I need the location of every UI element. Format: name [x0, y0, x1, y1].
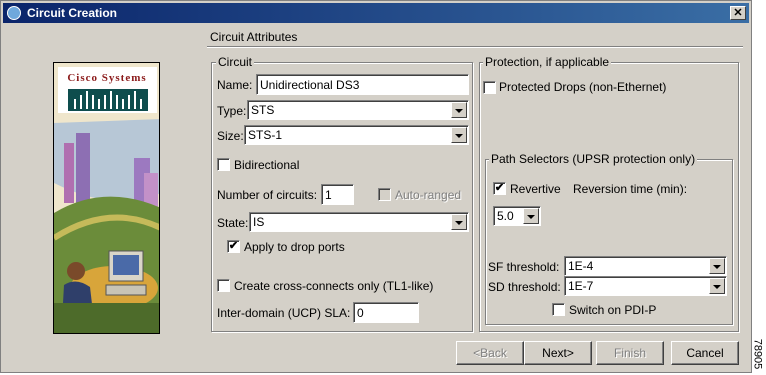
revertive-checkbox[interactable]: ✔ — [493, 182, 506, 195]
app-icon — [7, 6, 21, 20]
bidirectional-checkbox[interactable] — [217, 158, 230, 171]
name-field[interactable] — [256, 74, 469, 95]
size-label: Size: — [217, 129, 244, 143]
revertive-label: Revertive — [510, 182, 561, 196]
state-label: State: — [217, 216, 249, 230]
cancel-button[interactable]: Cancel — [671, 341, 739, 365]
chevron-down-icon[interactable] — [451, 214, 467, 230]
sf-threshold-label: SF threshold: — [488, 260, 560, 274]
num-circuits-label: Number of circuits: — [217, 188, 318, 202]
chevron-down-icon[interactable] — [709, 258, 725, 274]
sd-threshold-select[interactable]: 1E-7 — [564, 276, 727, 296]
sf-threshold-value: 1E-4 — [568, 259, 594, 273]
sla-label: Inter-domain (UCP) SLA: — [217, 306, 351, 320]
sd-threshold-value: 1E-7 — [568, 279, 594, 293]
size-select[interactable]: STS-1 — [244, 125, 469, 145]
state-value: IS — [253, 215, 265, 229]
cisco-logo: Cisco Systems — [67, 72, 146, 84]
state-select[interactable]: IS — [249, 212, 469, 232]
switch-pdip-label: Switch on PDI-P — [569, 303, 657, 317]
back-button[interactable]: <Back — [456, 341, 524, 365]
apply-drop-ports-label: Apply to drop ports — [244, 240, 345, 254]
path-selectors-title: Path Selectors (UPSR protection only) — [489, 152, 698, 166]
wizard-illustration: Cisco Systems — [53, 62, 160, 334]
name-label: Name: — [217, 78, 253, 92]
cross-connects-label: Create cross-connects only (TL1-like) — [234, 279, 434, 293]
figure-number: 78905 — [751, 336, 766, 372]
circuit-group-title: Circuit — [216, 55, 255, 69]
sla-field[interactable] — [353, 302, 419, 323]
bidirectional-label: Bidirectional — [234, 158, 300, 172]
type-label: Type: — [217, 104, 247, 118]
sd-threshold-label: SD threshold: — [488, 280, 561, 294]
cross-connects-checkbox[interactable] — [217, 279, 230, 292]
title-bar: Circuit Creation ✕ — [3, 3, 749, 23]
section-header: Circuit Attributes — [210, 30, 298, 44]
auto-ranged-label: Auto-ranged — [395, 188, 462, 202]
circuit-creation-dialog: Circuit Creation ✕ Cisco Systems Circuit… — [0, 0, 752, 373]
num-circuits-field[interactable] — [321, 184, 354, 205]
type-select[interactable]: STS — [247, 100, 469, 120]
chevron-down-icon[interactable] — [523, 208, 539, 224]
next-button[interactable]: Next> — [524, 341, 592, 365]
switch-pdip-checkbox[interactable] — [552, 303, 565, 316]
window-title: Circuit Creation — [27, 6, 118, 20]
figure-number-text: 78905 — [751, 338, 764, 370]
network-illustration: Cisco Systems — [54, 63, 159, 333]
header-separator — [207, 46, 743, 48]
reversion-time-value: 5.0 — [497, 209, 514, 223]
size-value: STS-1 — [248, 128, 283, 142]
apply-drop-ports-checkbox[interactable]: ✔ — [227, 240, 240, 253]
protected-drops-checkbox[interactable] — [483, 81, 496, 94]
reversion-time-label: Reversion time (min): — [573, 182, 688, 196]
protected-drops-label: Protected Drops (non-Ethernet) — [499, 80, 667, 94]
auto-ranged-checkbox[interactable] — [378, 188, 391, 201]
chevron-down-icon[interactable] — [451, 127, 467, 143]
reversion-time-select[interactable]: 5.0 — [493, 206, 541, 226]
chevron-down-icon[interactable] — [709, 278, 725, 294]
type-value: STS — [251, 103, 275, 117]
close-button[interactable]: ✕ — [730, 6, 746, 20]
sf-threshold-select[interactable]: 1E-4 — [564, 256, 727, 276]
chevron-down-icon[interactable] — [451, 102, 467, 118]
finish-button[interactable]: Finish — [596, 341, 664, 365]
protection-group-title: Protection, if applicable — [483, 55, 612, 69]
